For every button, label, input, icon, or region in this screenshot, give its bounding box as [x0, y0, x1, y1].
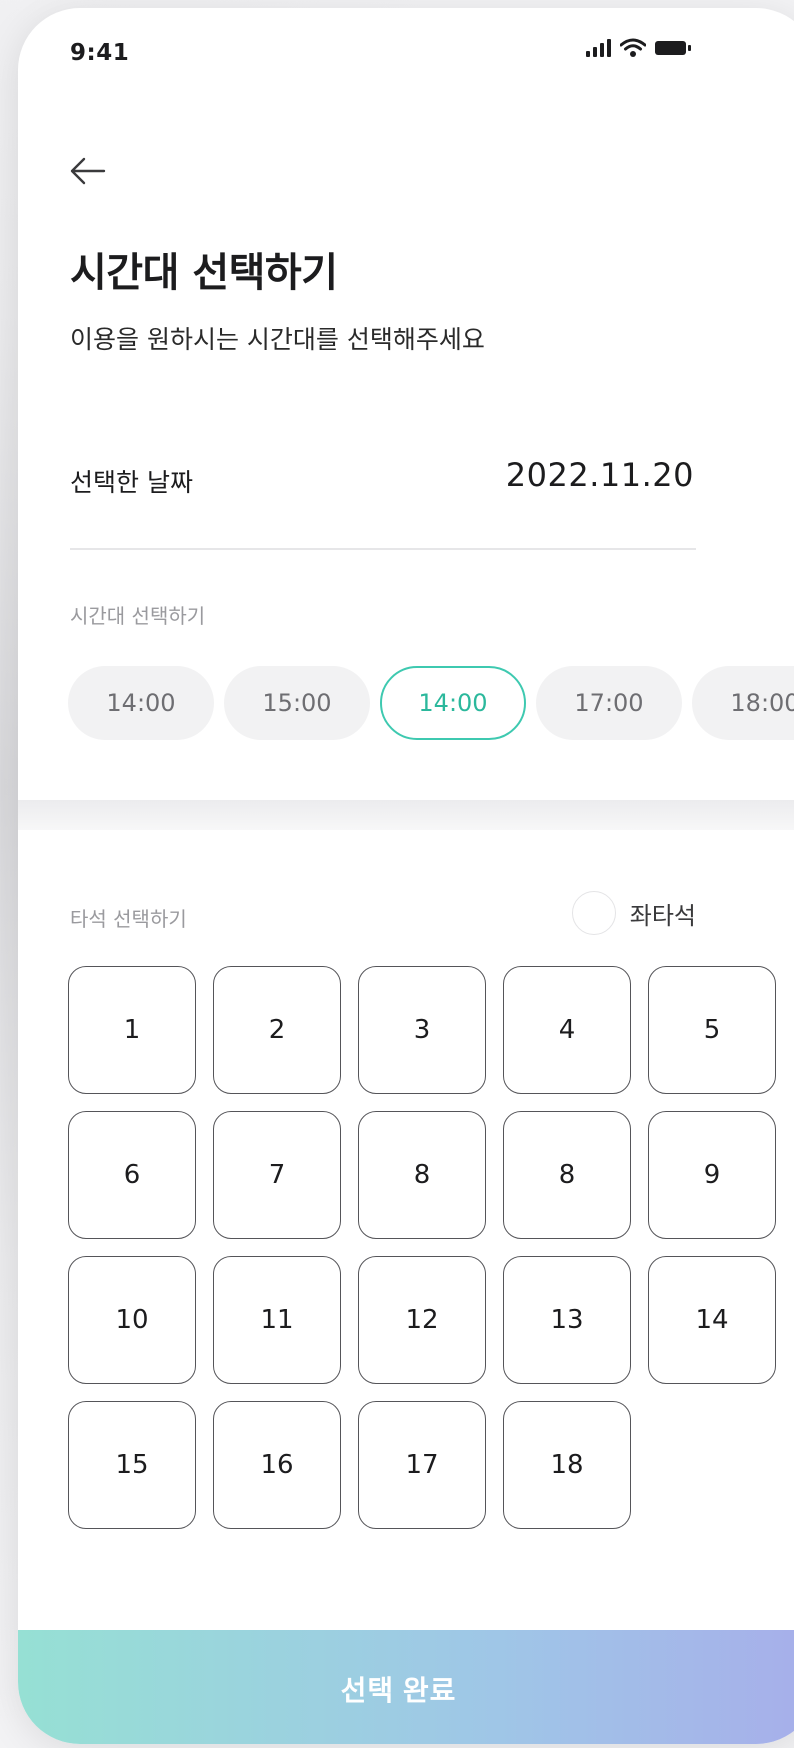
seat-button[interactable]: 5 — [648, 966, 776, 1094]
seat-button[interactable]: 3 — [358, 966, 486, 1094]
time-section-label: 시간대 선택하기 — [70, 604, 206, 628]
seat-button[interactable]: 7 — [213, 1111, 341, 1239]
seat-button[interactable]: 15 — [68, 1401, 196, 1529]
arrow-left-icon[interactable] — [68, 156, 108, 186]
seat-button[interactable]: 1 — [68, 966, 196, 1094]
signal-icon — [586, 39, 611, 57]
seat-button[interactable]: 13 — [503, 1256, 631, 1384]
page-title: 시간대 선택하기 — [70, 250, 338, 296]
seat-button[interactable]: 18 — [503, 1401, 631, 1529]
seat-button[interactable]: 9 — [648, 1111, 776, 1239]
seat-button[interactable]: 4 — [503, 966, 631, 1094]
seat-button[interactable]: 8 — [358, 1111, 486, 1239]
seat-button[interactable]: 17 — [358, 1401, 486, 1529]
seat-grid: 1 2 3 4 5 6 7 8 8 9 10 11 12 13 14 15 16… — [68, 966, 776, 1529]
date-value: 2022.11.20 — [505, 456, 694, 494]
time-slot-chip-selected[interactable]: 14:00 — [380, 666, 526, 740]
date-label: 선택한 날짜 — [70, 468, 193, 497]
seat-button[interactable]: 6 — [68, 1111, 196, 1239]
seat-button[interactable]: 11 — [213, 1256, 341, 1384]
time-slot-chip[interactable]: 14:00 — [68, 666, 214, 740]
phone-screen: 9:41 시간대 선택하기 이용을 원하시는 시간대를 선택해주세요 선택한 날… — [18, 8, 794, 1744]
section-separator — [18, 800, 794, 830]
seat-button[interactable]: 10 — [68, 1256, 196, 1384]
seat-section-label: 타석 선택하기 — [70, 907, 187, 931]
time-slot-chip[interactable]: 18:00 — [692, 666, 794, 740]
page-subtitle: 이용을 원하시는 시간대를 선택해주세요 — [70, 325, 485, 354]
left-seat-toggle[interactable]: 좌타석 — [571, 891, 696, 935]
time-slot-chip[interactable]: 17:00 — [536, 666, 682, 740]
wifi-icon — [620, 38, 646, 57]
seat-button[interactable]: 16 — [213, 1401, 341, 1529]
time-slot-list: 14:00 15:00 14:00 17:00 18:00 — [68, 666, 794, 740]
status-icons — [586, 38, 692, 58]
time-slot-chip[interactable]: 15:00 — [224, 666, 370, 740]
status-time: 9:41 — [70, 40, 130, 66]
seat-button[interactable]: 8 — [503, 1111, 631, 1239]
battery-icon — [655, 41, 691, 55]
left-seat-label: 좌타석 — [629, 901, 696, 930]
seat-button[interactable]: 14 — [648, 1256, 776, 1384]
left-seat-radio[interactable] — [571, 891, 616, 935]
complete-button[interactable]: 선택 완료 — [18, 1630, 794, 1744]
divider — [70, 548, 696, 550]
seat-button[interactable]: 2 — [213, 966, 341, 1094]
seat-button[interactable]: 12 — [358, 1256, 486, 1384]
